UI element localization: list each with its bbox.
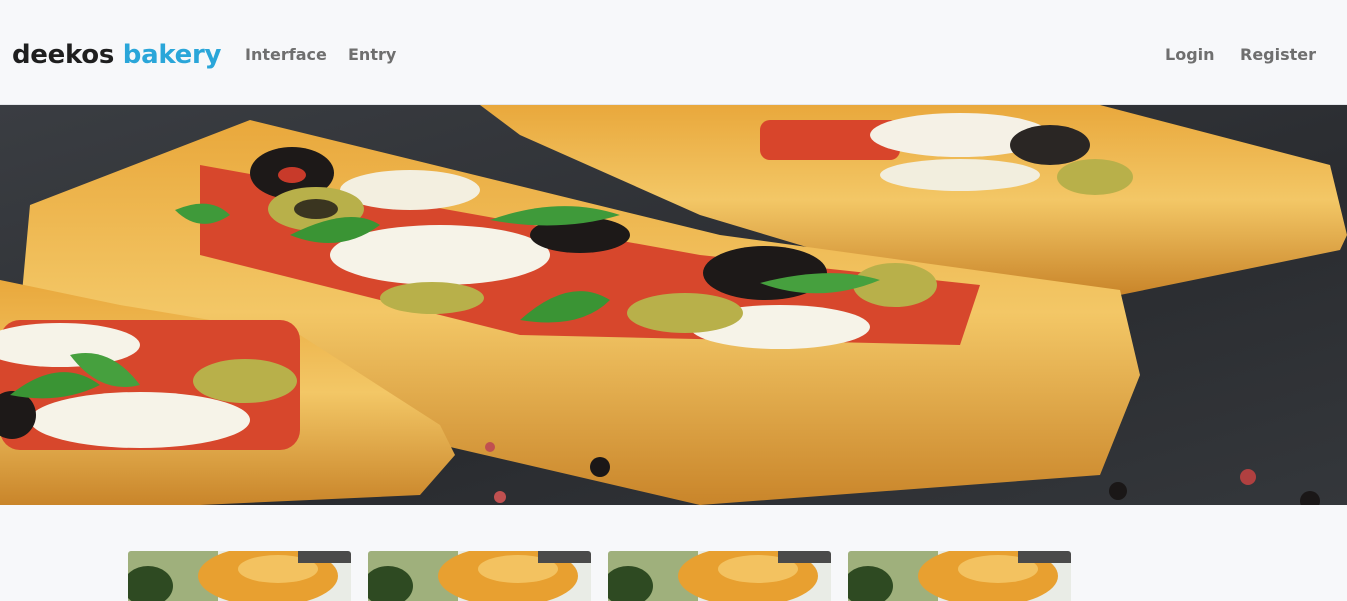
product-card-image[interactable] [368,551,591,601]
nav-link-register[interactable]: Register [1240,44,1316,66]
product-cards [0,551,1347,601]
brand-name-part2: bakery [122,40,222,70]
navbar: deekos bakery Interface Entry Login Regi… [0,0,1347,105]
brand-name-part1: deekos [12,40,115,70]
product-card-image[interactable] [608,551,831,601]
product-card-image[interactable] [848,551,1071,601]
nav-link-entry[interactable]: Entry [348,44,396,66]
nav-link-interface[interactable]: Interface [245,44,327,66]
brand-logo[interactable]: deekos bakery [12,37,221,73]
product-card-image[interactable] [128,551,351,601]
hero-banner-image [0,105,1347,505]
nav-link-login[interactable]: Login [1165,44,1215,66]
